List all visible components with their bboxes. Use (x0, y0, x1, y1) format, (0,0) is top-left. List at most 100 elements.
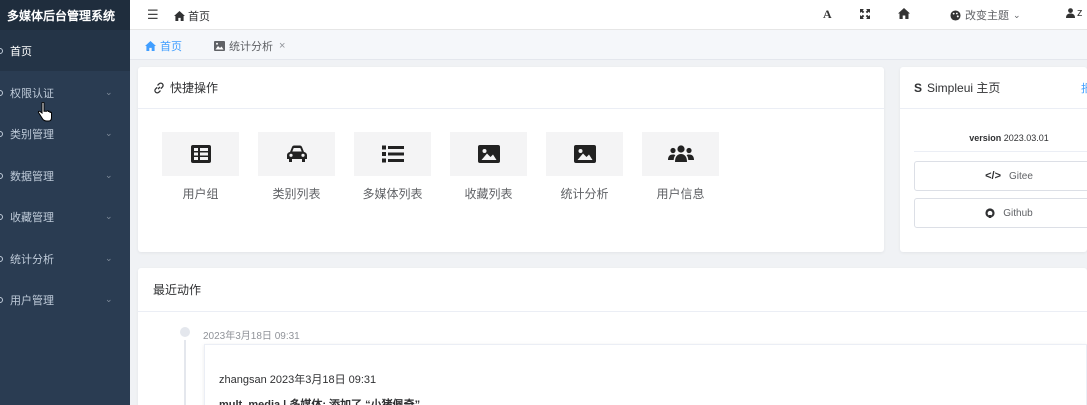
sidebar-item-data[interactable]: 数据管理 ⌄ (0, 155, 130, 196)
quick-item-label: 用户组 (182, 187, 219, 201)
home-icon (0, 47, 3, 54)
chevron-down-icon: ⌄ (105, 128, 113, 138)
app-title: 多媒体后台管理系统 (0, 0, 130, 30)
user-icon (1066, 8, 1075, 18)
image-icon (573, 145, 596, 163)
github-label: Github (1003, 207, 1033, 219)
tab-home[interactable]: 首页 (145, 38, 182, 54)
fullscreen-icon[interactable] (860, 9, 870, 19)
timeline-timestamp: 2023年3月18日 09:31 (203, 331, 300, 342)
quick-item-user-groups[interactable]: 用户组 (162, 132, 239, 208)
simpleui-header: S Simpleui 主页 报 (900, 67, 1087, 109)
close-icon[interactable]: × (279, 40, 285, 52)
tab-label: 首页 (160, 41, 182, 53)
sidebar-item-favorites[interactable]: 收藏管理 ⌄ (0, 196, 130, 237)
menu-toggle-icon[interactable]: ☰ (147, 7, 159, 23)
table-icon (190, 145, 211, 163)
tab-statistics[interactable]: 统计分析 × (214, 38, 285, 54)
top-navbar: ☰ 首页 A 改变主题 ⌄ z (130, 0, 1087, 30)
image-icon (214, 41, 225, 51)
recent-activity-header: 最近动作 (138, 268, 1087, 312)
activity-entry-header: zhangsan 2023年3月18日 09:31 (219, 374, 377, 386)
github-icon (985, 208, 995, 218)
sidebar-item-users[interactable]: 用户管理 ⌄ (0, 279, 130, 320)
image-icon (477, 145, 500, 163)
home-icon (145, 41, 156, 51)
quick-item-box (258, 132, 335, 176)
quick-item-box (354, 132, 431, 176)
users-icon (0, 296, 3, 303)
simpleui-logo: S (914, 80, 923, 95)
code-icon: </> (985, 170, 1001, 182)
tab-bar: 首页 统计分析 × (130, 30, 1087, 60)
home-icon (174, 11, 185, 21)
breadcrumb[interactable]: 首页 (174, 8, 210, 24)
gitee-button[interactable]: </> Gitee (914, 161, 1087, 191)
chevron-down-icon: ⌄ (105, 294, 113, 304)
card-title: 最近动作 (153, 283, 202, 297)
activity-entry-body[interactable]: mult_media | 多媒体: 添加了 “小猪佩奇” (219, 396, 420, 405)
sidebar-item-permissions[interactable]: 权限认证 ⌄ (0, 72, 130, 113)
users-icon (667, 145, 694, 162)
sidebar-item-home[interactable]: 首页 (0, 30, 130, 71)
divider (914, 151, 1087, 152)
font-size-icon[interactable]: A (823, 7, 832, 22)
version-value: 2023.03.01 (1003, 133, 1049, 143)
quick-item-label: 类别列表 (272, 187, 321, 201)
chevron-down-icon: ⌄ (105, 170, 113, 180)
link-icon (154, 81, 164, 94)
breadcrumb-label: 首页 (188, 11, 210, 23)
quick-item-media-list[interactable]: 多媒体列表 (354, 132, 431, 208)
gitee-label: Gitee (1009, 170, 1033, 182)
quick-item-favorites-list[interactable]: 收藏列表 (450, 132, 527, 208)
sidebar-item-statistics[interactable]: 统计分析 ⌄ (0, 238, 130, 279)
list-icon (381, 145, 404, 163)
quick-item-label: 用户信息 (656, 187, 705, 201)
timeline-dot (180, 327, 190, 337)
github-button[interactable]: Github (914, 198, 1087, 228)
quick-item-label: 统计分析 (560, 187, 609, 201)
sidebar-item-label: 首页 (10, 45, 32, 58)
theme-switcher[interactable]: 改变主题 ⌄ (950, 7, 1021, 23)
car-icon (286, 145, 307, 162)
timeline-line (184, 340, 186, 405)
sidebar-item-label: 统计分析 (10, 253, 54, 266)
quick-item-category-list[interactable]: 类别列表 (258, 132, 335, 208)
quick-item-user-info[interactable]: 用户信息 (642, 132, 719, 208)
simpleui-card: S Simpleui 主页 报 version 2023.03.01 </> G… (900, 67, 1087, 252)
chevron-down-icon: ⌄ (1013, 9, 1021, 20)
permissions-icon (0, 89, 3, 96)
version-label: version (969, 133, 1002, 143)
sidebar: 多媒体后台管理系统 首页 权限认证 ⌄ 类别管理 ⌄ 数据管理 ⌄ 收藏管理 ⌄… (0, 0, 130, 405)
user-menu[interactable]: z (1066, 7, 1083, 19)
sidebar-item-categories[interactable]: 类别管理 ⌄ (0, 113, 130, 154)
quick-item-statistics[interactable]: 统计分析 (546, 132, 623, 208)
chevron-down-icon: ⌄ (105, 253, 113, 263)
sidebar-item-label: 类别管理 (10, 128, 54, 141)
sidebar-item-label: 收藏管理 (10, 211, 54, 224)
quick-item-label: 收藏列表 (464, 187, 513, 201)
user-name: z (1077, 7, 1083, 19)
quick-actions-header: 快捷操作 (138, 67, 884, 109)
quick-item-box (450, 132, 527, 176)
sidebar-item-label: 用户管理 (10, 294, 54, 307)
quick-item-box (546, 132, 623, 176)
quick-item-box (162, 132, 239, 176)
activity-entry: zhangsan 2023年3月18日 09:31 mult_media | 多… (204, 344, 1087, 405)
statistics-icon (0, 255, 3, 262)
sidebar-item-label: 数据管理 (10, 170, 54, 183)
tab-label: 统计分析 (229, 41, 273, 53)
card-title: Simpleui 主页 (927, 81, 1001, 95)
chevron-down-icon: ⌄ (105, 211, 113, 221)
palette-icon (950, 9, 961, 21)
cursor-hand-icon (37, 102, 52, 122)
quick-actions-card: 快捷操作 用户组 类别列表 多媒体列表 收藏列表 统计分析 用户信息 (138, 67, 884, 252)
theme-label: 改变主题 (965, 10, 1009, 22)
quick-item-box (642, 132, 719, 176)
report-link[interactable]: 报 (1081, 80, 1087, 96)
chevron-down-icon: ⌄ (105, 87, 113, 97)
home-icon[interactable] (898, 8, 910, 19)
categories-icon (0, 130, 3, 137)
favorites-icon (0, 213, 3, 220)
card-title: 快捷操作 (170, 81, 219, 95)
